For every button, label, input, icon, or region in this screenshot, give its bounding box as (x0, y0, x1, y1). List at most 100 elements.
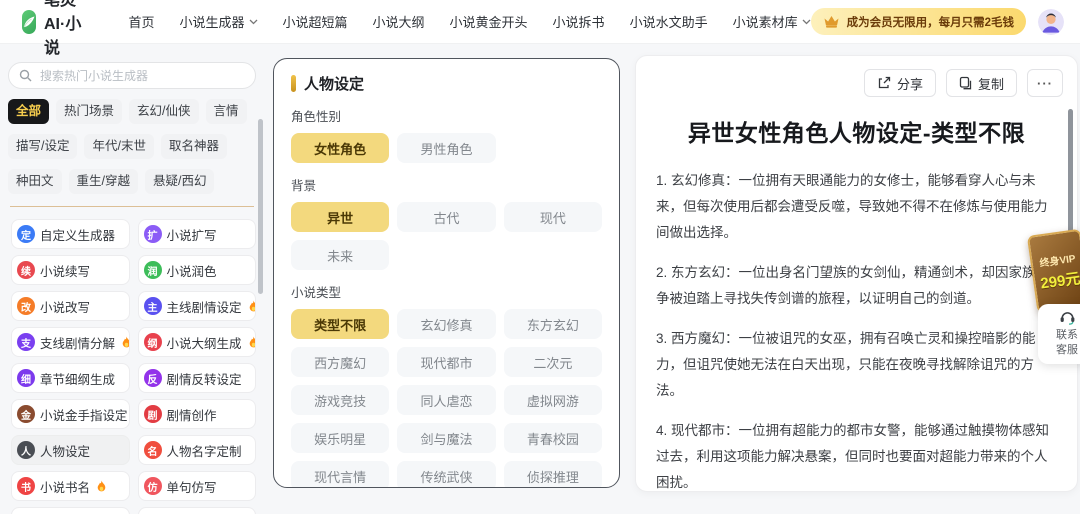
filter-tag[interactable]: 种田文 (8, 169, 62, 194)
search-icon (19, 69, 32, 82)
fire-icon (248, 336, 256, 349)
tool-icon: 反 (143, 369, 162, 387)
option-group: 异世 古代 现代未来 (291, 202, 602, 270)
option-button[interactable]: 侦探推理 (503, 461, 602, 487)
tool-label: 支线剧情分解 (40, 336, 116, 351)
option-button[interactable]: 西方魔幻 (291, 347, 390, 377)
filter-tag[interactable]: 热门场景 (56, 99, 123, 124)
user-avatar[interactable] (1038, 8, 1064, 35)
tool-label: 自定义生成器 (40, 228, 116, 243)
result-title: 异世女性角色人物设定-类型不限 (687, 120, 1026, 146)
share-button-label: 分享 (896, 76, 923, 92)
option-button[interactable]: 同人虐恋 (397, 385, 496, 415)
tool-item[interactable]: 润小说润色 (137, 255, 256, 285)
result-paragraph: 4. 现代都市：一位拥有超能力的都市女警，能够通过触摸物体感知过去，利用这项能力… (656, 423, 1050, 490)
nav-item-label: 小说素材库 (732, 15, 798, 30)
option-button[interactable]: 青春校园 (503, 423, 602, 453)
tool-item[interactable] (137, 507, 256, 514)
option-group: 女性角色 男性角色 (291, 133, 602, 163)
tool-item[interactable]: 仿单句仿写 (137, 471, 256, 501)
nav-item-8[interactable]: 小说素材库 (733, 12, 811, 31)
option-button[interactable]: 现代言情 (291, 461, 390, 487)
option-button[interactable]: 女性角色 (291, 133, 390, 163)
nav-item-7[interactable]: 小说水文助手 (630, 12, 708, 31)
tool-label: 人物名字定制 (166, 444, 242, 459)
filter-tag[interactable]: 描写/设定 (8, 134, 78, 159)
tool-label: 小说大纲生成 (166, 336, 242, 351)
nav-item-6[interactable]: 小说拆书 (553, 12, 605, 31)
copy-button[interactable]: 复制 (945, 69, 1017, 97)
contact-support-label: 联系客服 (1056, 329, 1078, 356)
tool-item[interactable]: 纲小说大纲生成 (137, 327, 256, 357)
nav-item-2[interactable]: 小说生成器 (179, 12, 257, 31)
search-box[interactable] (8, 62, 256, 89)
category-tags: 全部 热门场景 玄幻/仙侠 言情描写/设定 年代/末世 取名神器种田文 重生/穿越 悬疑/西幻 (8, 99, 256, 194)
tool-icon: 纲 (143, 333, 162, 351)
tool-item[interactable]: 反剧情反转设定 (137, 363, 256, 393)
option-button[interactable]: 虚拟网游 (503, 385, 602, 415)
option-button[interactable]: 二次元 (503, 347, 602, 377)
tool-item[interactable]: 支支线剧情分解 (11, 327, 130, 357)
panel-title: 人物设定 (304, 76, 365, 93)
option-button[interactable]: 东方玄幻 (503, 309, 602, 339)
content-area: 全部热门场景玄幻/仙侠言情描写/设定年代/末世取名神器种田文重生/穿越悬疑/西幻… (0, 44, 1080, 514)
option-button[interactable]: 现代 (503, 202, 602, 232)
option-button[interactable]: 男性角色 (397, 133, 496, 163)
nav-item-4[interactable]: 小说大纲 (373, 12, 425, 31)
tool-item[interactable]: 剧剧情创作 (137, 399, 256, 429)
option-button[interactable]: 古代 (397, 202, 496, 232)
tool-label: 小说润色 (166, 264, 217, 279)
filter-tag[interactable]: 年代/末世 (84, 134, 154, 159)
option-button[interactable]: 异世 (291, 202, 390, 232)
nav-item-3[interactable]: 小说超短篇 (283, 12, 348, 31)
option-button[interactable]: 玄幻修真 (397, 309, 496, 339)
tool-item[interactable]: 续小说续写 (11, 255, 130, 285)
nav-item-label: 首页 (128, 15, 155, 30)
tool-label: 小说续写 (40, 264, 91, 279)
tool-item[interactable]: 书小说书名 (11, 471, 130, 501)
membership-banner[interactable]: 成为会员无限用，每月只需2毛钱 (810, 8, 1026, 35)
sidebar-scrollbar[interactable] (258, 119, 263, 294)
section-label: 背景 (291, 179, 317, 193)
option-group: 类型不限 玄幻修真 东方玄幻西方魔幻 现代都市 二次元游戏竞技 同人虐恋 虚拟网游娱乐明星剑… (291, 309, 602, 487)
option-button[interactable]: 未来 (291, 240, 390, 270)
tool-item[interactable]: 细章节细纲生成 (11, 363, 130, 393)
membership-banner-text: 成为会员无限用，每月只需2毛钱 (846, 16, 1014, 29)
character-settings-panel: 人物设定 角色性别 女性角色 男性角色 背景 异世 古代 现代 未来 小说类型 类型不限 玄幻修真东… (273, 58, 620, 488)
panel-sections: 角色性别 女性角色 男性角色 背景 异世 古代 现代 未来 小说类型 类型不限 玄幻修真 东方玄幻 西方… (291, 106, 602, 487)
tool-item[interactable] (11, 507, 130, 514)
tool-item[interactable]: 定自定义生成器 (11, 219, 130, 249)
tool-item[interactable]: 人人物设定 (11, 435, 130, 465)
sidebar: 全部热门场景玄幻/仙侠言情描写/设定年代/末世取名神器种田文重生/穿越悬疑/西幻… (0, 44, 268, 514)
share-button[interactable]: 分享 (863, 69, 936, 97)
tool-label: 单句仿写 (166, 480, 217, 495)
filter-tag[interactable]: 取名神器 (160, 134, 227, 159)
option-button[interactable]: 现代都市 (397, 347, 496, 377)
filter-tag[interactable]: 玄幻/仙侠 (129, 99, 199, 124)
nav-item-1[interactable]: 首页 (128, 12, 154, 31)
option-button[interactable]: 类型不限 (291, 309, 390, 339)
app-logo[interactable]: 笔灵AI·小说 (22, 0, 88, 58)
tool-item[interactable]: 扩小说扩写 (137, 219, 256, 249)
filter-tag[interactable]: 全部 (8, 99, 50, 124)
option-button[interactable]: 娱乐明星 (291, 423, 390, 453)
tool-item[interactable]: 名人物名字定制 (137, 435, 256, 465)
fire-icon (248, 300, 256, 313)
tool-item[interactable]: 改小说改写 (11, 291, 130, 321)
tool-item[interactable]: 主主线剧情设定 (137, 291, 256, 321)
filter-tag[interactable]: 言情 (205, 99, 247, 124)
filter-tag[interactable]: 悬疑/西幻 (145, 169, 215, 194)
nav-item-label: 小说生成器 (179, 15, 245, 30)
chevron-down-icon (249, 19, 258, 25)
option-button[interactable]: 游戏竞技 (291, 385, 390, 415)
option-button[interactable]: 剑与魔法 (397, 423, 496, 453)
filter-tag[interactable]: 重生/穿越 (68, 169, 138, 194)
tool-item[interactable]: 金小说金手指设定 (11, 399, 130, 429)
nav-item-5[interactable]: 小说黄金开头 (450, 12, 528, 31)
sidebar-divider (10, 206, 254, 207)
vip-badge-price: 299元 (1039, 269, 1080, 293)
more-options-button[interactable]: ··· (1027, 69, 1063, 97)
contact-support-widget[interactable]: 联系客服 (1038, 304, 1080, 364)
option-button[interactable]: 传统武侠 (397, 461, 496, 487)
search-input[interactable] (38, 67, 245, 84)
